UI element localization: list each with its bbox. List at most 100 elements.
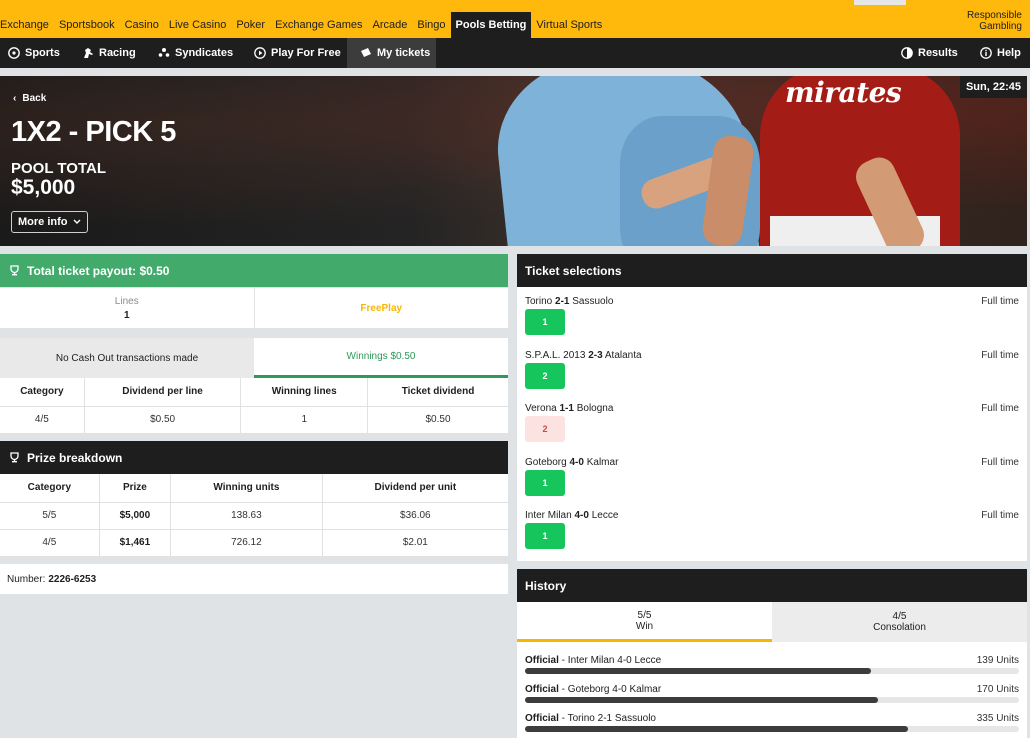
top-nav-item[interactable]: Bingo (412, 12, 450, 38)
sub-nav-play-free[interactable]: Play For Free (254, 38, 341, 68)
history-text: Official - Inter Milan 4-0 Lecce (525, 655, 661, 666)
ticket-number-value: 2226-6253 (48, 573, 97, 585)
horse-icon (82, 47, 94, 59)
history-match: - Goteborg 4-0 Kalmar (558, 684, 662, 695)
table-cell: 4/5 (0, 406, 85, 434)
selection-pick-badge: 1 (525, 309, 565, 335)
selection-pick-badge: 2 (525, 362, 565, 389)
table-row: 4/5 $1,461 726.12 $2.01 (0, 529, 508, 557)
responsible-gambling-link[interactable]: Responsible Gambling (967, 10, 1022, 32)
match-score: 4-0 (574, 510, 589, 521)
ticket-number-row: Number: 2226-6253 (0, 564, 508, 594)
match-status: Full time (981, 510, 1019, 521)
more-info-button[interactable]: More info (11, 211, 88, 233)
sub-nav-racing[interactable]: Racing (82, 38, 136, 68)
history-tabs: 5/5 Win 4/5 Consolation (517, 602, 1027, 642)
sub-nav-sports[interactable]: Sports (8, 38, 60, 68)
prize-table-body: 5/5 $5,000 138.63 $36.06 4/5 $1,461 726.12 $2.0… (0, 502, 508, 557)
selection-pick-badge: 1 (525, 523, 565, 549)
table-cell: 5/5 (0, 502, 100, 530)
tab-history-win-bottom: Win (635, 620, 654, 632)
dividend-table: Category Dividend per line Winning lines Ti… (0, 378, 508, 434)
history-tag: Official (525, 684, 559, 695)
login-stub[interactable] (854, 0, 906, 5)
clock: Sun, 22:45 (959, 76, 1027, 98)
table-cell: 1 (240, 406, 369, 434)
sub-nav-play-free-label: Play For Free (271, 47, 341, 59)
away-team: Atalanta (604, 349, 642, 361)
top-nav-item[interactable]: Sportsbook (54, 12, 120, 38)
ticket-number-label: Number: (7, 573, 46, 585)
sub-nav-my-tickets[interactable]: My tickets (347, 38, 436, 68)
history-text: Official - Goteborg 4-0 Kalmar (525, 684, 661, 695)
history-list: Official - Inter Milan 4-0 Lecce 139 Unit… (517, 642, 1027, 738)
top-nav-item[interactable]: Arcade (368, 12, 413, 38)
hero-sponsor-logo: mirates (785, 76, 902, 109)
sub-nav-results[interactable]: Results (901, 38, 958, 68)
tab-history-consolation-top: 4/5 (892, 611, 907, 622)
away-team: Bologna (576, 403, 614, 414)
sub-nav-help[interactable]: Help (980, 38, 1021, 68)
back-link[interactable]: ‹ Back (13, 93, 46, 104)
match-label: Goteborg 4-0 Kalmar (525, 457, 618, 468)
payout-header: Total ticket payout: $0.50 (0, 254, 508, 287)
history-units: 170 Units (976, 684, 1019, 695)
column-header: Category (0, 474, 100, 503)
sub-nav-syndicates[interactable]: Syndicates (158, 38, 233, 68)
selection-pick-badge: 1 (525, 469, 565, 496)
freeplay-cell: FreePlay (255, 288, 509, 328)
prize-table: Category Prize Winning units Dividend per u… (0, 474, 508, 557)
prize-header: Prize breakdown (0, 441, 508, 474)
top-nav-item[interactable]: Poker (231, 12, 270, 38)
match-score: 2-3 (588, 349, 603, 361)
history-progress-fill (525, 726, 908, 732)
history-units: 335 Units (976, 713, 1019, 724)
table-cell: $1,461 (99, 529, 172, 557)
lines-value: 1 (123, 309, 130, 321)
match-label: S.P.A.L. 2013 2-3 Atalanta (525, 350, 642, 361)
history-title: History (525, 578, 567, 593)
home-team: Verona (525, 403, 557, 414)
column-header: Ticket dividend (367, 378, 508, 407)
tab-winnings[interactable]: Winnings $0.50 (254, 338, 508, 378)
top-nav-item[interactable]: Exchange Games (270, 12, 367, 38)
top-nav-item[interactable]: Live Casino (164, 12, 231, 38)
column-header: Winning units (170, 474, 323, 503)
selection-item: Goteborg 4-0 Kalmar Full time 1 (517, 448, 1027, 501)
top-nav-item[interactable]: Pools Betting (450, 12, 532, 38)
tab-history-win-top: 5/5 (637, 609, 652, 621)
match-status: Full time (981, 456, 1019, 468)
responsible-line2: Gambling (979, 21, 1022, 32)
top-nav-item[interactable]: Virtual Sports (531, 12, 607, 38)
history-tag: Official (525, 655, 559, 666)
chevron-down-icon (73, 216, 81, 228)
history-text: Official - Torino 2-1 Sassuolo (525, 713, 656, 724)
lines-row: Lines 1 FreePlay (0, 288, 508, 328)
table-row: 5/5 $5,000 138.63 $36.06 (0, 502, 508, 530)
table-cell: $36.06 (322, 502, 508, 530)
match-status: Full time (981, 403, 1019, 414)
match-label: Verona 1-1 Bologna (525, 403, 613, 414)
away-team: Lecce (591, 510, 619, 521)
history-units: 139 Units (976, 655, 1019, 666)
tab-history-win[interactable]: 5/5 Win (517, 602, 772, 642)
top-nav-item[interactable]: Exchange (0, 12, 54, 38)
history-row: Official - Goteborg 4-0 Kalmar 170 Units (525, 671, 1019, 703)
tab-cashout[interactable]: No Cash Out transactions made (0, 338, 254, 378)
table-cell: $5,000 (99, 502, 172, 530)
column-header: Prize (99, 474, 172, 503)
away-team: Sassuolo (572, 296, 614, 307)
table-cell: $0.50 (84, 406, 242, 434)
top-nav-item[interactable]: Casino (120, 12, 164, 38)
selection-item: S.P.A.L. 2013 2-3 Atalanta Full time 2 (517, 341, 1027, 394)
back-label: Back (22, 93, 47, 104)
home-team: Torino (525, 296, 553, 307)
selections-header: Ticket selections (517, 254, 1027, 287)
history-match: - Inter Milan 4-0 Lecce (558, 655, 662, 666)
history-row: Official - Inter Milan 4-0 Lecce 139 Unit… (525, 642, 1019, 674)
column-header: Category (0, 378, 85, 407)
column-header: Dividend per unit (322, 474, 508, 503)
pool-total-value: $5,000 (11, 176, 76, 199)
tab-history-consolation[interactable]: 4/5 Consolation (772, 602, 1027, 642)
match-score: 4-0 (569, 456, 584, 468)
